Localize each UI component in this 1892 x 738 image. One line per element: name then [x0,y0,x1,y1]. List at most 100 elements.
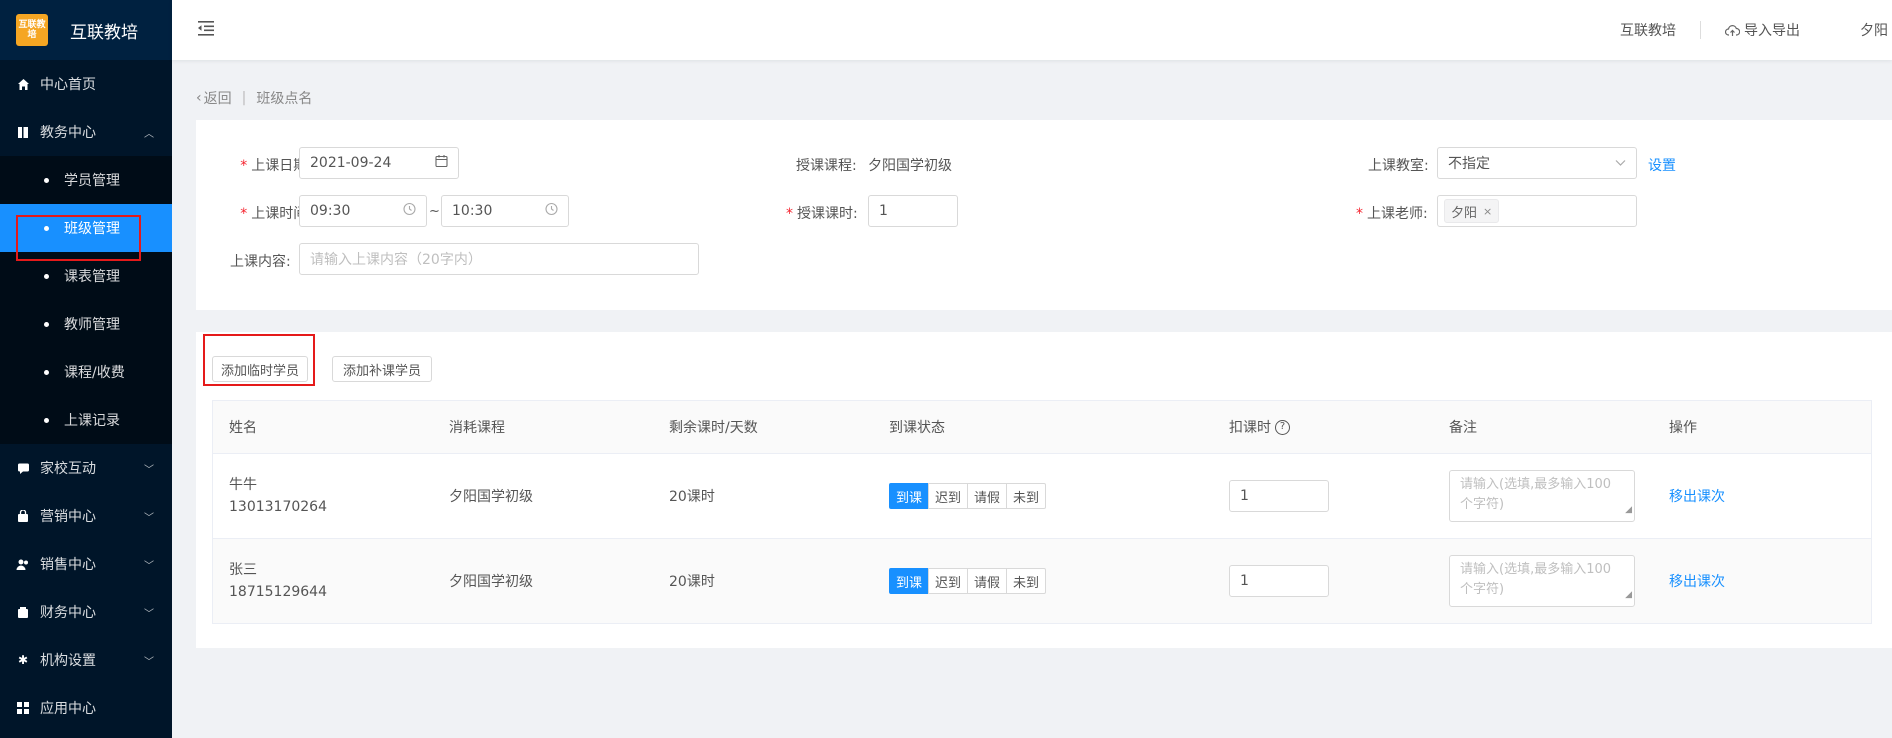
sidebar-item-home-school[interactable]: 家校互动 ﹀ [0,444,172,492]
note-placeholder: 请输入(选填,最多输入100个字符) [1460,477,1612,512]
sidebar-item-label: 教务中心 [40,125,96,141]
required-mark: * [1356,206,1363,222]
deduct-hours-input[interactable]: 1 [1229,480,1329,512]
import-export-label: 导入导出 [1744,23,1800,39]
note-textarea[interactable]: 请输入(选填,最多输入100个字符) ◢ [1449,555,1635,607]
bullet-icon [44,273,49,279]
column-header-status: 到课状态 [889,420,945,436]
deduct-cell: 1 [1229,454,1329,538]
sidebar-item-org-settings[interactable]: ✱ 机构设置 ﹀ [0,636,172,684]
back-link[interactable]: ‹ 返回 [196,88,232,108]
sidebar-subitem-teachers[interactable]: 教师管理 [0,300,172,348]
sidebar-subitem-schedule[interactable]: 课表管理 [0,252,172,300]
resize-grip-icon[interactable]: ◢ [1625,585,1632,605]
action-cell: 移出课次 [1669,539,1725,623]
remove-from-session-link[interactable]: 移出课次 [1669,571,1725,591]
header-org-link[interactable]: 互联教培 [1596,20,1700,40]
course-label-text: 授课课程: [796,158,857,174]
chevron-down-icon: ﹀ [144,512,154,524]
status-leave-button[interactable]: 请假 [967,568,1008,594]
close-icon[interactable]: × [1483,205,1492,218]
add-temp-student-label: 添加临时学员 [220,363,299,379]
user-name[interactable]: 夕阳 [1860,20,1892,40]
class-info-form: * 上课日期: 2021-09-24 授课课程: 夕阳国学初级 上课教室: 不指定… [196,120,1892,310]
sidebar-item-marketing[interactable]: 营销中心 ﹀ [0,492,172,540]
sidebar-item-label: 销售中心 [40,557,96,573]
bag-icon [16,509,30,523]
column-header-note: 备注 [1449,420,1477,436]
note-placeholder: 请输入(选填,最多输入100个字符) [1460,562,1612,597]
import-export-button[interactable]: 导入导出 [1701,20,1860,40]
chevron-down-icon [1615,156,1626,171]
student-phone: 18715129644 [229,584,327,600]
content-input[interactable]: 请输入上课内容（20字内） [299,243,699,275]
add-temp-student-button[interactable]: 添加临时学员 [212,356,308,382]
student-name: 张三 [229,562,257,578]
sidebar-subitem-class-records[interactable]: 上课记录 [0,396,172,444]
sidebar-item-app-center[interactable]: 应用中心 [0,684,172,732]
end-time-picker[interactable]: 10:30 [441,195,569,227]
status-absent-button[interactable]: 未到 [1006,483,1047,509]
sidebar-subitem-label: 课表管理 [64,269,120,285]
course-cell: 夕阳国学初级 [449,574,533,590]
content-placeholder: 请输入上课内容（20字内） [310,252,482,268]
menu-fold-icon[interactable] [196,18,216,38]
teacher-label: * 上课老师: [1356,203,1428,223]
add-makeup-student-button[interactable]: 添加补课学员 [332,356,432,382]
bullet-icon [44,369,49,375]
column-header-deduct-text: 扣课时 [1229,420,1271,436]
status-present-button[interactable]: 到课 [889,568,930,594]
sidebar-subitem-courses-fees[interactable]: 课程/收费 [0,348,172,396]
status-leave-button[interactable]: 请假 [967,483,1008,509]
top-header: 互联教培 导入导出 夕阳 [172,0,1892,60]
remove-from-session-link[interactable]: 移出课次 [1669,486,1725,506]
teacher-tag-label: 夕阳 [1451,205,1478,221]
student-name: 牛牛 [229,477,257,493]
status-present-button[interactable]: 到课 [889,483,930,509]
clock-icon [545,202,558,220]
logo-row[interactable]: 互联教培 互联教培 [0,0,172,60]
sidebar-subitem-students[interactable]: 学员管理 [0,156,172,204]
bullet-icon [44,417,49,423]
chevron-down-icon: ﹀ [144,464,154,476]
cloud-upload-icon [1725,24,1740,37]
resize-grip-icon[interactable]: ◢ [1625,500,1632,520]
sidebar-item-home[interactable]: 中心首页 [0,60,172,108]
users-icon [16,557,30,571]
column-header-action: 操作 [1669,420,1697,436]
action-cell: 移出课次 [1669,454,1725,538]
status-late-button[interactable]: 迟到 [928,568,969,594]
status-late-button[interactable]: 迟到 [928,483,969,509]
teacher-select[interactable]: 夕阳 × [1437,195,1637,227]
sidebar-subitem-label: 班级管理 [64,221,120,237]
column-header-course: 消耗课程 [449,420,505,436]
remaining-cell: 20课时 [669,489,715,505]
room-settings-link[interactable]: 设置 [1648,155,1676,175]
date-picker[interactable]: 2021-09-24 [299,147,459,179]
sidebar-item-sales[interactable]: 销售中心 ﹀ [0,540,172,588]
column-header-remaining: 剩余课时/天数 [669,420,758,436]
app-title: 互联教培 [70,22,138,43]
hours-input[interactable]: 1 [868,195,958,227]
sidebar-item-finance[interactable]: 财务中心 ﹀ [0,588,172,636]
sidebar-item-label: 财务中心 [40,605,96,621]
sidebar-subitem-classes[interactable]: 班级管理 [0,204,172,252]
help-icon[interactable]: ? [1275,419,1290,435]
note-textarea[interactable]: 请输入(选填,最多输入100个字符) ◢ [1449,470,1635,522]
wallet-icon [16,605,30,619]
calendar-icon [435,155,448,172]
status-cell: 到课 迟到 请假 未到 [889,454,1047,538]
home-icon [16,77,30,91]
time-separator: ~ [429,204,440,219]
status-absent-button[interactable]: 未到 [1006,568,1047,594]
bullet-icon [44,321,49,327]
attendance-status-group: 到课 迟到 请假 未到 [889,568,1047,594]
sidebar-item-academic[interactable]: 教务中心 ︿ [0,108,172,156]
room-select[interactable]: 不指定 [1437,147,1637,179]
start-time-picker[interactable]: 09:30 [299,195,427,227]
course-value: 夕阳国学初级 [868,158,952,174]
deduct-hours-input[interactable]: 1 [1229,565,1329,597]
note-cell: 请输入(选填,最多输入100个字符) ◢ [1449,539,1635,623]
required-mark: * [240,206,248,222]
attendance-card: 添加临时学员 添加补课学员 姓名 消耗课程 剩余课时/天数 到课状态 扣课时 ?… [196,332,1892,648]
